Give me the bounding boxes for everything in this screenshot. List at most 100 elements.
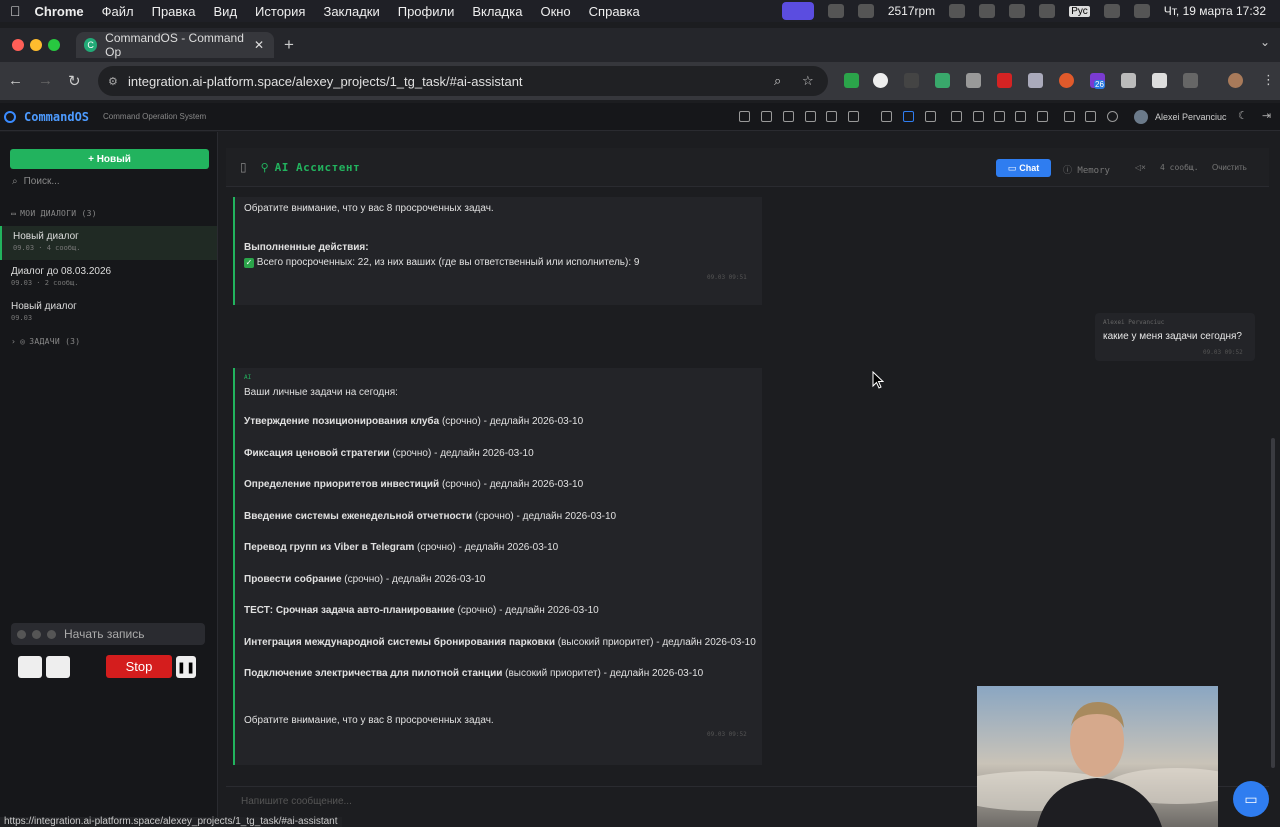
mute-icon[interactable]: ◁× [1135,163,1146,172]
menu-window[interactable]: Окно [540,4,570,19]
recording-widget: Начать запись [11,623,205,645]
start-recording-label[interactable]: Начать запись [64,627,144,641]
dialog-meta: 09.03 · 2 сообщ. [11,279,79,287]
task-item: ТЕСТ: Срочная задача авто-планирование (… [244,605,599,616]
grid-icon[interactable] [739,111,750,122]
layers-icon[interactable] [1009,4,1026,18]
stop-button[interactable]: Stop [106,655,172,678]
input-language[interactable]: Рус [1069,5,1090,17]
robot-icon[interactable] [903,111,914,122]
new-tab-button[interactable]: + [284,35,294,55]
display-icon[interactable] [979,4,996,18]
tab-memory[interactable]: ⓘ Memory [1063,163,1110,176]
calendar-icon[interactable] [826,111,837,122]
cart-icon[interactable] [805,111,816,122]
sidebar-toggle-icon[interactable]: ▯ [240,160,247,174]
forward-icon[interactable]: → [38,72,53,89]
search-input[interactable]: ⌕ Поиск... [12,176,60,187]
menu-tab[interactable]: Вкладка [472,4,522,19]
settings-icon[interactable] [1107,111,1118,122]
theme-moon-icon[interactable]: ☾ [1238,109,1248,122]
minimize-window-button[interactable] [30,39,42,51]
feather-icon[interactable] [857,4,874,18]
chat-extension-icon[interactable] [873,73,888,88]
reload-icon[interactable]: ↻ [68,72,81,90]
pen-tool-icon[interactable] [18,656,42,678]
badge-extension-icon[interactable]: 26 [1090,73,1105,89]
tasks-group-header[interactable]: › ◎ ЗАДАЧИ (3) [11,337,80,346]
pen-extension-icon[interactable] [1152,73,1167,88]
control-center-icon[interactable] [1133,4,1150,18]
chat-icon: ▭ [11,209,17,218]
task-details: (срочно) - дедлайн 2026-03-10 [472,510,617,522]
zoom-icon[interactable]: ⌕ [774,73,781,89]
hierarchy-icon[interactable] [951,111,962,122]
clear-button[interactable]: Очистить [1212,163,1247,172]
s-extension-icon[interactable] [997,73,1012,88]
app-menu[interactable]: Chrome [35,4,84,19]
user-name[interactable]: Alexei Pervanciuc [1155,112,1227,122]
battery-icon[interactable] [1103,4,1120,18]
book-icon[interactable] [994,111,1005,122]
address-bar[interactable]: ⚙ integration.ai-platform.space/alexey_p… [98,66,828,96]
dialog-item[interactable]: Новый диалог 09.03 [0,296,217,330]
chat-bubble-button[interactable]: ▭ [1233,781,1269,817]
back-icon[interactable]: ← [8,72,23,89]
share-icon[interactable] [761,111,772,122]
tab-chat[interactable]: ▭ Chat [996,159,1051,177]
bookmark-star-icon[interactable]: ☆ [802,73,814,89]
cube-icon[interactable] [827,4,844,18]
new-dialog-button[interactable]: + Новый [10,149,209,169]
browser-tab[interactable]: C CommandOS - Command Op ✕ [76,31,274,59]
screen-record-icon[interactable] [781,2,814,20]
scrollbar[interactable] [1269,148,1277,827]
dialog-item[interactable]: Новый диалог 09.03 · 4 сообщ. [0,226,217,260]
menu-help[interactable]: Справка [589,4,640,19]
zoom-window-button[interactable] [48,39,60,51]
screen-tool-icon[interactable] [46,656,70,678]
clock[interactable]: Чт, 19 марта 17:32 [1164,4,1266,18]
fan-rpm[interactable]: 2517rpm [888,4,935,18]
archive-icon[interactable] [1015,111,1026,122]
search-icon: ⌕ [12,176,18,187]
tab-list-chevron-icon[interactable]: ⌄ [1260,35,1270,49]
site-info-icon[interactable]: ⚙ [108,75,118,88]
logout-icon[interactable]: ⇥ [1262,109,1271,122]
puzzle-extensions-icon[interactable] [1183,73,1198,88]
task-details: (срочно) - дедлайн 2026-03-10 [439,479,584,490]
sun-extension-icon[interactable] [1059,73,1074,88]
user-avatar[interactable] [1134,110,1148,124]
apple-icon[interactable]:  [10,3,21,19]
menu-view[interactable]: Вид [214,4,238,19]
sheet-extension-icon[interactable] [935,73,950,88]
close-tab-icon[interactable]: ✕ [254,38,264,52]
shield2-extension-icon[interactable] [1028,73,1043,88]
users-icon[interactable] [881,111,892,122]
shield-extension-icon[interactable] [844,73,859,88]
file-icon[interactable] [783,111,794,122]
menu-file[interactable]: Файл [102,4,134,19]
bolt-icon[interactable] [949,4,966,18]
menu-bookmarks[interactable]: Закладки [323,4,379,19]
profile-avatar-icon[interactable] [1228,73,1243,88]
team-icon[interactable] [925,111,936,122]
flask-icon[interactable] [1085,111,1096,122]
tablet-icon[interactable] [973,111,984,122]
recycle-extension-icon[interactable] [904,73,919,88]
dialogs-group-header[interactable]: ▭ МОИ ДИАЛОГИ (3) [11,209,97,218]
brand-name[interactable]: CommandOS [24,110,89,124]
activity-icon[interactable] [1064,111,1075,122]
bot-icon: ⚲ [260,161,269,174]
menu-profiles[interactable]: Профили [398,4,455,19]
stack-extension-icon[interactable] [1121,73,1136,88]
menu-history[interactable]: История [255,4,305,19]
drive-extension-icon[interactable] [966,73,981,88]
close-window-button[interactable] [12,39,24,51]
image-icon[interactable] [1037,111,1048,122]
dialog-item[interactable]: Диалог до 08.03.2026 09.03 · 2 сообщ. [0,261,217,295]
menu-edit[interactable]: Правка [152,4,196,19]
browser-menu-icon[interactable]: ⋮ [1262,72,1275,88]
document-icon[interactable] [848,111,859,122]
paperclip-icon[interactable] [1039,4,1056,18]
pause-icon[interactable]: ❚❚ [176,656,196,678]
